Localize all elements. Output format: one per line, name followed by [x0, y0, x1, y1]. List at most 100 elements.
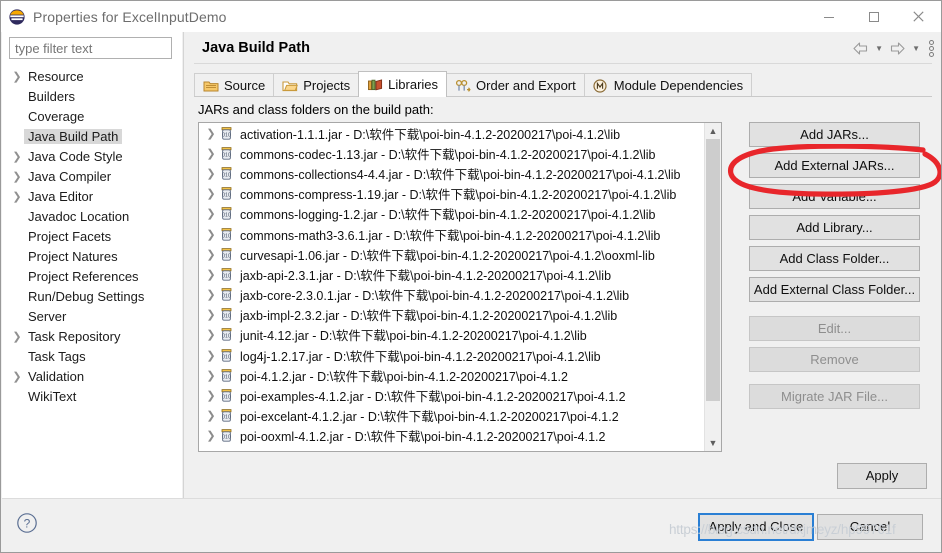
jar-list-item[interactable]: ❯ 010 jaxb-api-2.3.1.jar - D:\软件下载\poi-bin… — [199, 264, 704, 284]
chevron-right-icon[interactable]: ❯ — [204, 147, 218, 160]
sidebar-item-validation[interactable]: ❯ Validation — [2, 366, 182, 386]
cancel-button[interactable]: Cancel — [817, 514, 923, 540]
add-variable-button[interactable]: Add Variable... — [749, 184, 920, 209]
scrollbar-thumb[interactable] — [706, 139, 720, 401]
chevron-right-icon[interactable]: ❯ — [10, 70, 24, 83]
jar-list-item[interactable]: ❯ 010 commons-compress-1.19.jar - D:\软件下载\… — [199, 184, 704, 204]
jar-list-item[interactable]: ❯ 010 activation-1.1.1.jar - D:\软件下载\poi-b… — [199, 123, 704, 143]
jar-list-item[interactable]: ❯ 010 commons-codec-1.13.jar - D:\软件下载\poi… — [199, 143, 704, 163]
chevron-right-icon[interactable]: ❯ — [204, 248, 218, 261]
sidebar-item-java-build-path[interactable]: Java Build Path — [2, 126, 182, 146]
chevron-right-icon[interactable]: ❯ — [204, 328, 218, 341]
chevron-right-icon[interactable]: ❯ — [10, 150, 24, 163]
sidebar-item-task-tags[interactable]: Task Tags — [2, 346, 182, 366]
chevron-right-icon[interactable]: ❯ — [204, 349, 218, 362]
sidebar-item-task-repository[interactable]: ❯ Task Repository — [2, 326, 182, 346]
svg-text:010: 010 — [222, 415, 231, 421]
forward-dropdown-chevron-down-icon[interactable]: ▼ — [909, 44, 923, 53]
jar-list-item[interactable]: ❯ 010 poi-ooxml-4.1.2.jar - D:\软件下载\poi-bi… — [199, 426, 704, 446]
chevron-right-icon[interactable]: ❯ — [10, 170, 24, 183]
sidebar-item-project-references[interactable]: Project References — [2, 266, 182, 286]
jar-file-icon: 010 — [218, 287, 235, 303]
tab-libraries[interactable]: Libraries — [358, 71, 448, 97]
jar-list-item[interactable]: ❯ 010 jaxb-core-2.3.0.1.jar - D:\软件下载\poi-… — [199, 285, 704, 305]
chevron-right-icon[interactable]: ❯ — [204, 127, 218, 140]
sidebar-item-label: Java Code Style — [28, 148, 123, 164]
jar-list-item[interactable]: ❯ 010 commons-logging-1.2.jar - D:\软件下载\po… — [199, 204, 704, 224]
close-button[interactable] — [896, 1, 941, 32]
chevron-right-icon[interactable]: ❯ — [204, 268, 218, 281]
jar-list-item[interactable]: ❯ 010 commons-collections4-4.4.jar - D:\软件… — [199, 163, 704, 183]
sidebar-item-wikitext[interactable]: WikiText — [2, 386, 182, 406]
help-question-icon[interactable]: ? — [16, 512, 38, 534]
sidebar-item-run-debug-settings[interactable]: Run/Debug Settings — [2, 286, 182, 306]
jar-path-label: poi-examples-4.1.2.jar - D:\软件下载\poi-bin… — [240, 390, 626, 405]
back-arrow-icon[interactable] — [851, 41, 870, 56]
forward-arrow-icon[interactable] — [888, 41, 907, 56]
minimize-button[interactable] — [806, 1, 851, 32]
apply-button[interactable]: Apply — [837, 463, 927, 489]
eclipse-icon — [8, 8, 26, 26]
jar-list-item[interactable]: ❯ 010 log4j-1.2.17.jar - D:\软件下载\poi-bin-4… — [199, 345, 704, 365]
jar-file-icon: 010 — [218, 125, 235, 141]
scroll-up-arrow-icon[interactable]: ▲ — [705, 123, 721, 139]
sidebar-item-resource[interactable]: ❯ Resource — [2, 66, 182, 86]
sidebar-item-server[interactable]: Server — [2, 306, 182, 326]
tab-order-and-export[interactable]: Order and Export — [446, 73, 585, 97]
apply-and-close-button[interactable]: Apply and Close — [698, 513, 814, 541]
sidebar-item-builders[interactable]: Builders — [2, 86, 182, 106]
chevron-right-icon[interactable]: ❯ — [204, 228, 218, 241]
chevron-right-icon[interactable]: ❯ — [10, 190, 24, 203]
add-jars-button[interactable]: Add JARs... — [749, 122, 920, 147]
source-folder-icon — [202, 78, 219, 93]
sidebar-item-coverage[interactable]: Coverage — [2, 106, 182, 126]
sidebar-item-javadoc-location[interactable]: Javadoc Location — [2, 206, 182, 226]
libraries-books-icon — [366, 77, 383, 92]
sidebar-item-label: Java Compiler — [28, 168, 112, 184]
jar-path-label: activation-1.1.1.jar - D:\软件下载\poi-bin-4… — [240, 127, 621, 142]
jar-list-item[interactable]: ❯ 010 poi-excelant-4.1.2.jar - D:\软件下载\poi… — [199, 406, 704, 426]
tab-module-dependencies[interactable]: Module Dependencies — [583, 73, 753, 97]
scroll-down-arrow-icon[interactable]: ▼ — [705, 435, 721, 451]
add-class-folder-button[interactable]: Add Class Folder... — [749, 246, 920, 271]
jar-list-item[interactable]: ❯ 010 junit-4.12.jar - D:\软件下载\poi-bin-4.1… — [199, 325, 704, 345]
sidebar-item-java-compiler[interactable]: ❯ Java Compiler — [2, 166, 182, 186]
chevron-right-icon[interactable]: ❯ — [204, 187, 218, 200]
chevron-right-icon[interactable]: ❯ — [204, 207, 218, 220]
jar-list-item[interactable]: ❯ 010 poi-4.1.2.jar - D:\软件下载\poi-bin-4.1.… — [199, 365, 704, 385]
chevron-right-icon[interactable]: ❯ — [204, 288, 218, 301]
jar-list-item[interactable]: ❯ 010 jaxb-impl-2.3.2.jar - D:\软件下载\poi-bi… — [199, 305, 704, 325]
chevron-right-icon[interactable]: ❯ — [10, 330, 24, 343]
chevron-right-icon[interactable]: ❯ — [204, 308, 218, 321]
jar-list-scrollbar[interactable]: ▲ ▼ — [704, 123, 721, 451]
maximize-button[interactable] — [851, 1, 896, 32]
add-external-class-folder-button[interactable]: Add External Class Folder... — [749, 277, 920, 302]
jar-list-item[interactable]: ❯ 010 poi-examples-4.1.2.jar - D:\软件下载\poi… — [199, 385, 704, 405]
add-library-button[interactable]: Add Library... — [749, 215, 920, 240]
chevron-right-icon[interactable]: ❯ — [204, 167, 218, 180]
tab-label: Module Dependencies — [613, 78, 744, 93]
sidebar-item-java-editor[interactable]: ❯ Java Editor — [2, 186, 182, 206]
add-external-jars-button[interactable]: Add External JARs... — [749, 153, 920, 178]
jar-list[interactable]: ❯ 010 activation-1.1.1.jar - D:\软件下载\poi-b… — [198, 122, 722, 452]
jar-list-item[interactable]: ❯ 010 curvesapi-1.06.jar - D:\软件下载\poi-bin… — [199, 244, 704, 264]
chevron-right-icon[interactable]: ❯ — [204, 429, 218, 442]
sidebar-item-java-code-style[interactable]: ❯ Java Code Style — [2, 146, 182, 166]
jar-list-item[interactable]: ❯ 010 commons-math3-3.6.1.jar - D:\软件下载\po… — [199, 224, 704, 244]
sidebar-item-label: Task Tags — [28, 348, 86, 364]
vertical-dots-menu-icon[interactable] — [929, 40, 934, 57]
jar-file-icon: 010 — [218, 145, 235, 161]
filter-input[interactable] — [9, 37, 172, 59]
chevron-right-icon[interactable]: ❯ — [204, 369, 218, 382]
sidebar-item-label: Task Repository — [28, 328, 121, 344]
sidebar-item-project-natures[interactable]: Project Natures — [2, 246, 182, 266]
sidebar-item-project-facets[interactable]: Project Facets — [2, 226, 182, 246]
chevron-right-icon[interactable]: ❯ — [204, 409, 218, 422]
scrollbar-track[interactable] — [705, 139, 721, 435]
chevron-right-icon[interactable]: ❯ — [204, 389, 218, 402]
jar-path-label: junit-4.12.jar - D:\软件下载\poi-bin-4.1.2-2… — [240, 329, 587, 344]
back-dropdown-chevron-down-icon[interactable]: ▼ — [872, 44, 886, 53]
chevron-right-icon[interactable]: ❯ — [10, 370, 24, 383]
tab-projects[interactable]: Projects — [273, 73, 360, 97]
tab-source[interactable]: Source — [194, 73, 275, 97]
